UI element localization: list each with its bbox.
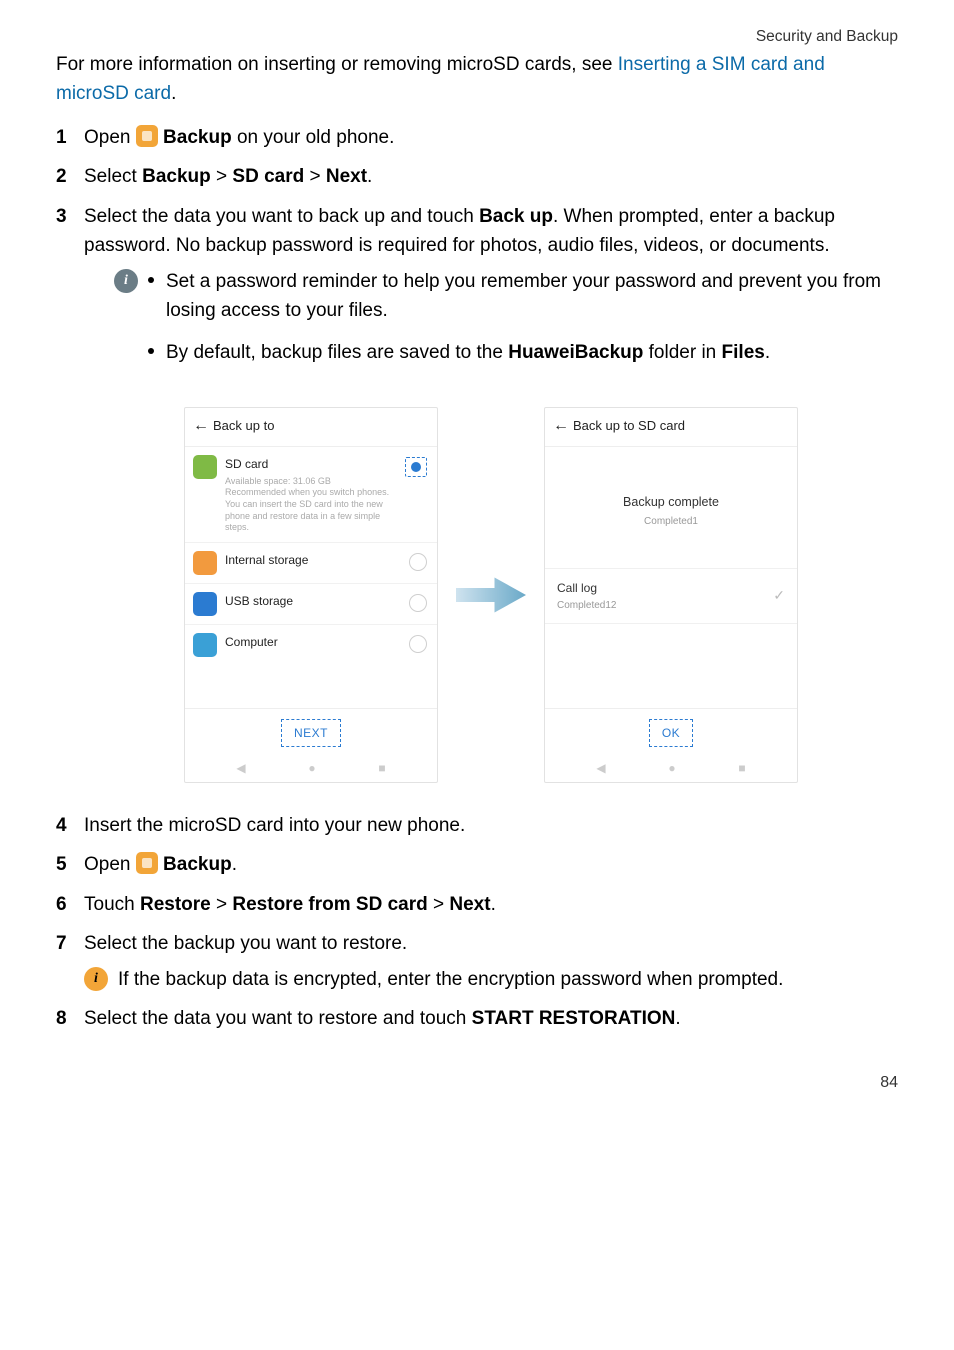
- step8-b: START RESTORATION: [472, 1008, 676, 1029]
- backup-complete-label: Backup complete: [545, 493, 797, 512]
- sd-sub: Available space: 31.06 GB Recommended wh…: [225, 476, 405, 534]
- nav-recent-icon[interactable]: ■: [378, 759, 385, 778]
- step-5: Open Backup.: [56, 850, 898, 879]
- screenshot-right: ← Back up to SD card Backup complete Com…: [544, 407, 798, 783]
- row-computer[interactable]: Computer: [185, 625, 437, 665]
- row-usb-storage[interactable]: USB storage: [185, 584, 437, 625]
- screen2-title: Back up to SD card: [573, 416, 685, 436]
- step5-end: .: [232, 854, 237, 875]
- computer-icon: [193, 633, 217, 657]
- page-number: 84: [56, 1074, 898, 1092]
- step7-text: Select the backup you want to restore.: [84, 933, 407, 954]
- next-button[interactable]: NEXT: [281, 719, 341, 748]
- nav-home-icon[interactable]: ●: [308, 759, 315, 778]
- backup-app-icon: [136, 852, 158, 874]
- step-2: Select Backup > SD card > Next.: [56, 162, 898, 191]
- radio-icon[interactable]: [409, 594, 427, 612]
- intro-prefix: For more information on inserting or rem…: [56, 54, 618, 75]
- internal-title: Internal storage: [225, 551, 409, 570]
- row-sd-card[interactable]: SD card Available space: 31.06 GB Recomm…: [185, 447, 437, 543]
- checkmark-icon: ✓: [773, 585, 785, 607]
- step3-a: Select the data you want to back up and …: [84, 206, 479, 227]
- screenshot-row: ← Back up to SD card Available space: 31…: [84, 407, 898, 783]
- ok-button[interactable]: OK: [649, 719, 693, 748]
- step6-a: Touch: [84, 894, 140, 915]
- step6-gt2: >: [428, 894, 450, 915]
- step-6: Touch Restore > Restore from SD card > N…: [56, 890, 898, 919]
- step1-open: Open: [84, 127, 136, 148]
- intro-suffix: .: [171, 83, 176, 104]
- computer-title: Computer: [225, 633, 409, 652]
- step6-b3: Next: [449, 894, 490, 915]
- step3-bullet2a: By default, backup files are saved to th…: [166, 342, 508, 363]
- radio-icon[interactable]: [409, 635, 427, 653]
- step8-a: Select the data you want to restore and …: [84, 1008, 472, 1029]
- step2-gt1: >: [211, 166, 233, 187]
- internal-storage-icon: [193, 551, 217, 575]
- result-label: Call log: [557, 579, 616, 598]
- row-internal-storage[interactable]: Internal storage: [185, 543, 437, 584]
- nav-back-icon[interactable]: ◀: [596, 759, 605, 778]
- step1-rest: on your old phone.: [232, 127, 395, 148]
- step2-gt2: >: [304, 166, 326, 187]
- arrow-right-icon: [456, 571, 526, 619]
- back-arrow-icon[interactable]: ←: [553, 418, 569, 434]
- step3-bullet-1: Set a password reminder to help you reme…: [148, 267, 898, 326]
- step6-b1: Restore: [140, 894, 211, 915]
- step6-gt1: >: [211, 894, 233, 915]
- intro-paragraph: For more information on inserting or rem…: [56, 50, 898, 109]
- screenshot-left: ← Back up to SD card Available space: 31…: [184, 407, 438, 783]
- nav-home-icon[interactable]: ●: [668, 759, 675, 778]
- backup-complete-sub: Completed1: [545, 514, 797, 530]
- step5-backup: Backup: [163, 854, 232, 875]
- step6-b2: Restore from SD card: [232, 894, 427, 915]
- step6-end: .: [491, 894, 496, 915]
- step1-backup: Backup: [163, 127, 232, 148]
- step7-note: If the backup data is encrypted, enter t…: [118, 965, 898, 994]
- step-3: Select the data you want to back up and …: [56, 202, 898, 783]
- info-icon: i: [84, 967, 108, 991]
- radio-icon[interactable]: [409, 553, 427, 571]
- page-header: Security and Backup: [56, 28, 898, 46]
- step2-select: Select: [84, 166, 142, 187]
- result-sub: Completed12: [557, 598, 616, 614]
- step3-bullet2e: .: [765, 342, 770, 363]
- nav-back-icon[interactable]: ◀: [236, 759, 245, 778]
- step-7: Select the backup you want to restore. i…: [56, 929, 898, 994]
- step2-end: .: [367, 166, 372, 187]
- step3-bold: Back up: [479, 206, 553, 227]
- step-8: Select the data you want to restore and …: [56, 1004, 898, 1033]
- step2-b3: Next: [326, 166, 367, 187]
- radio-selected-icon[interactable]: [405, 457, 427, 477]
- sd-title: SD card: [225, 455, 405, 474]
- usb-title: USB storage: [225, 592, 409, 611]
- usb-storage-icon: [193, 592, 217, 616]
- step5-open: Open: [84, 854, 136, 875]
- sd-card-icon: [193, 455, 217, 479]
- step-4: Insert the microSD card into your new ph…: [56, 811, 898, 840]
- info-icon: i: [114, 269, 138, 293]
- step3-bullet2c: folder in: [643, 342, 721, 363]
- step3-bullet2d: Files: [722, 342, 765, 363]
- step3-bullet-2: By default, backup files are saved to th…: [148, 338, 898, 367]
- screen1-title: Back up to: [213, 416, 274, 436]
- step2-b1: Backup: [142, 166, 211, 187]
- nav-recent-icon[interactable]: ■: [738, 759, 745, 778]
- back-arrow-icon[interactable]: ←: [193, 418, 209, 434]
- step2-b2: SD card: [232, 166, 304, 187]
- step8-c: .: [675, 1008, 680, 1029]
- step3-bullet2b: HuaweiBackup: [508, 342, 643, 363]
- backup-app-icon: [136, 125, 158, 147]
- step-1: Open Backup on your old phone.: [56, 123, 898, 152]
- result-row: Call log Completed12 ✓: [545, 568, 797, 624]
